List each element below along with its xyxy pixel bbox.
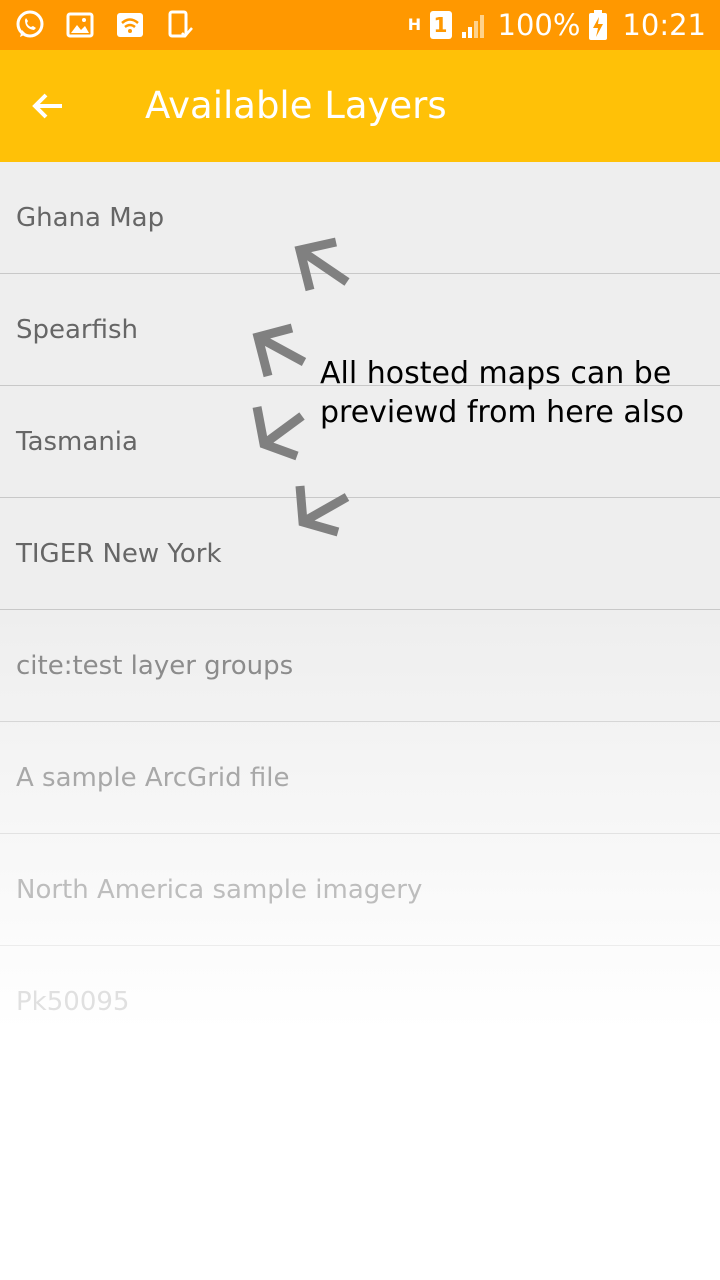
page-title: Available Layers [145,84,447,127]
annotation-line-2: previewd from here also [320,395,685,430]
battery-charging-icon [589,10,608,40]
annotation-text: All hosted maps can be previewd from her… [320,354,716,432]
gallery-icon [66,12,94,38]
list-item-label: Spearfish [16,315,139,345]
app-bar: Available Layers [0,50,720,162]
list-item-label: North America sample imagery [16,875,423,905]
arrow-up-left-icon [294,237,350,292]
list-item-label: cite:test layer groups [16,651,294,681]
list-item-sample-arcgrid[interactable]: A sample ArcGrid file [0,722,720,834]
clock: 10:21 [622,8,706,42]
device-check-icon [168,10,193,38]
list-item-north-america-imagery[interactable]: North America sample imagery [0,834,720,946]
sim-badge: 1 [429,11,452,39]
list-item-label: Pk50095 [16,987,130,1017]
arrow-down-left-icon [252,406,305,461]
list-item-label: Tasmania [16,427,138,457]
whatsapp-icon [16,10,44,38]
wifi-hotspot-icon [117,13,143,37]
list-item-label: TIGER New York [16,539,222,569]
arrow-up-left-icon [252,323,307,378]
status-bar: H 1 100% 10:21 [0,0,720,50]
battery-percent: 100% [497,8,581,42]
list-item-label: Ghana Map [16,203,165,233]
list-item-cite-test-layer-groups[interactable]: cite:test layer groups [0,610,720,722]
signal-icon [461,15,484,38]
system-icons: H 1 100% 10:21 [407,0,706,50]
arrow-down-left-icon [295,485,350,537]
notification-icons [14,9,196,41]
list-item-label: A sample ArcGrid file [16,763,290,793]
list-item-pk50095[interactable]: Pk50095 [0,946,720,1057]
annotation-line-1: All hosted maps can be [320,356,672,391]
arrow-left-icon[interactable] [24,82,72,130]
network-type: H [407,15,422,34]
